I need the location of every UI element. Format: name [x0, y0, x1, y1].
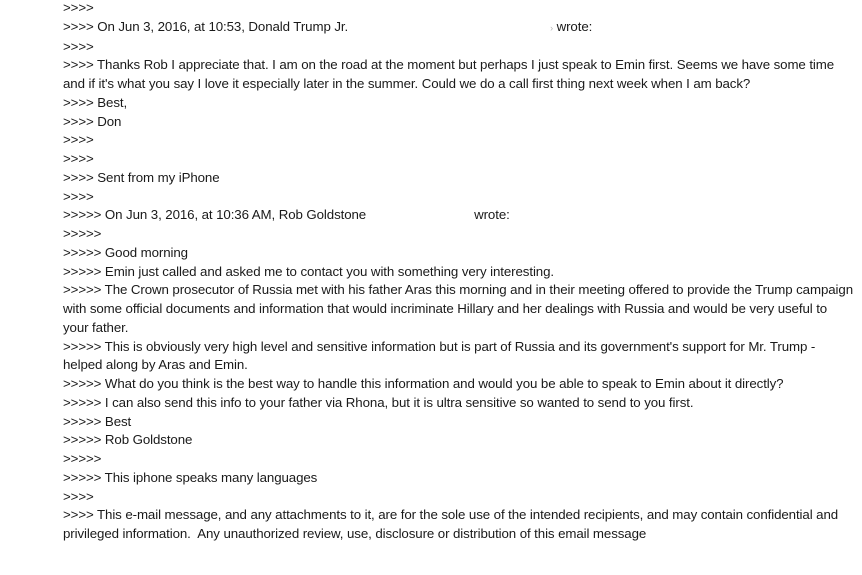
message-paragraph: >>>>> What do you think is the best way … [63, 376, 784, 391]
message-body-don: >>>> Thanks Rob I appreciate that. I am … [63, 57, 838, 91]
quote-marker-line: >>>> [63, 38, 94, 54]
message-paragraph: >>>>> This is obviously very high level … [63, 338, 819, 373]
signoff-line: >>>>> Best [63, 413, 132, 429]
signature-name: >>>>> Rob Goldstone [63, 432, 193, 448]
reply-header-text: >>>>> On Jun 3, 2016, at 10:36 AM, Rob G… [63, 207, 367, 223]
quote-marker-line: >>>> [63, 488, 94, 504]
wrote-label: wrote: [556, 18, 593, 34]
signoff-line: >>>> Best, [63, 94, 128, 110]
quote-marker-line: >>>> [63, 188, 94, 204]
wrote-label: wrote: [474, 207, 510, 223]
email-document: >>>> >>>> On Jun 3, 2016, at 10:53, Dona… [63, 0, 853, 544]
redacted-email [348, 21, 551, 34]
message-paragraph: >>>>> I can also send this info to your … [63, 394, 694, 410]
redaction-mark: › [550, 22, 553, 33]
sent-from-line: >>>> Sent from my iPhone [63, 169, 220, 185]
quote-marker-line: >>>> [63, 151, 94, 166]
confidentiality-disclaimer: >>>> This e-mail message, and any attach… [63, 507, 842, 541]
quote-marker-line: >>>>> [63, 451, 102, 466]
reply-header-don: >>>> On Jun 3, 2016, at 10:53, Donald Tr… [63, 18, 853, 38]
redacted-email [366, 209, 475, 222]
quote-marker-line: >>>>> [63, 226, 102, 241]
reply-header-text: >>>> On Jun 3, 2016, at 10:53, Donald Tr… [63, 18, 349, 34]
quote-marker-line: >>>> [63, 132, 94, 148]
iphone-footer-line: >>>>> This iphone speaks many languages [63, 469, 318, 485]
quote-marker-line: >>>> [63, 0, 94, 15]
signature-name: >>>> Don [63, 113, 122, 129]
message-paragraph: >>>>> Emin just called and asked me to c… [63, 263, 554, 279]
greeting-line: >>>>> Good morning [63, 244, 188, 260]
reply-header-rob: >>>>> On Jun 3, 2016, at 10:36 AM, Rob G… [63, 206, 853, 225]
message-paragraph: >>>>> The Crown prosecutor of Russia met… [63, 282, 857, 335]
